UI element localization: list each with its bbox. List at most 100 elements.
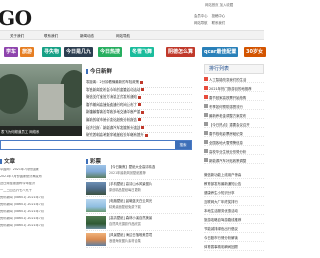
list-item[interactable]: 体育赛事精彩瞬间回顾 — [204, 242, 264, 251]
channel-chip[interactable]: 今日是几九 — [64, 47, 94, 57]
list-item[interactable]: 资讯新闻 (08601) 2021年7月 — [0, 203, 82, 210]
list-item[interactable]: 今日股市行情分析解读 — [204, 233, 264, 242]
list-item[interactable]: 旅游攻略自驾游路线推荐 — [204, 215, 264, 224]
list-item[interactable]: 教育部发布最新通知公告 — [204, 179, 264, 188]
wallpaper-item[interactable]: [风景壁纸] 海边日落唯美意境 浪漫海景图片素材合集 — [86, 231, 192, 248]
search-button[interactable]: 搜索 — [175, 141, 191, 149]
hot-icon — [141, 110, 145, 114]
photo-tree — [0, 74, 28, 114]
list-item[interactable]: 零距离：2分钟看懂最新的车险政策 — [86, 80, 192, 88]
ranking-item[interactable]: 新能源汽车补贴政策调整 — [204, 155, 264, 164]
articles-title: 文章 — [0, 159, 15, 166]
list-item[interactable]: 春节期间高速免费通行时间公布了 — [86, 103, 192, 111]
rank-number-icon — [204, 94, 208, 99]
list-item[interactable]: 最新的城市房价变化趋势分析报告 — [86, 118, 192, 126]
channel-chip[interactable]: 寻失物 — [42, 47, 62, 57]
hot-icon — [137, 118, 141, 122]
list-item[interactable]: 本地生活服务优惠活动 — [204, 206, 264, 215]
channel-chip[interactable]: 30岁女 — [244, 47, 266, 57]
channel-chip[interactable]: 阴德怎么算 — [166, 47, 196, 57]
wallpaper-title[interactable]: 【今日聚焦】壁纸大全高清精选 — [109, 165, 155, 170]
top-links[interactable]: 网站首页 加入收藏 — [205, 3, 233, 7]
list-item[interactable]: 中国网：2021年7月份国家 — [0, 168, 82, 175]
channel-chip[interactable]: qcar最佳配置 — [202, 47, 239, 57]
ranking-item[interactable]: 冬季如何预防感冒流行 — [204, 101, 264, 110]
list-item[interactable]: 资讯新闻 (08601) 2021年7月 — [0, 224, 82, 231]
wallpaper-title[interactable]: [风景壁纸] 海边日落唯美意境 — [109, 233, 152, 238]
list-item[interactable]: 互联网大厂年终奖排行 — [204, 197, 264, 206]
ranking-item[interactable]: 高校毕业生就业形势分析 — [204, 146, 264, 155]
list-item[interactable]: 零售新闻发布会今年的重要启动活动 — [86, 88, 192, 96]
list-item[interactable]: 资讯新闻 (08601) 2021年7月 — [0, 217, 82, 224]
title-marker — [86, 69, 88, 74]
list-item[interactable]: 2021年7月份国家统计局发布 — [0, 175, 82, 182]
rank-number-icon — [204, 112, 208, 117]
nav-item[interactable]: 关于我们 — [10, 34, 24, 38]
wallpaper-desc: 精美桌面壁纸免费下载 — [109, 205, 141, 209]
top-link[interactable]: 会员中心 — [194, 14, 208, 18]
featured-photo[interactable]: 表飞为何频道员工 网络系 — [0, 64, 82, 136]
list-item[interactable]: 近日财经报道称今年经济 — [0, 182, 82, 189]
list-item[interactable]: 健康养生小知识分享 — [204, 188, 264, 197]
channel-chip[interactable]: 冬雪飞舞 — [130, 47, 155, 57]
title-marker — [0, 159, 2, 164]
list-item[interactable]: 新疆暴雪袭击导致多地交通中断严重 — [86, 110, 192, 118]
channel-chip[interactable]: 今日热搜 — [98, 47, 123, 57]
wallpaper-item[interactable]: 【今日聚焦】壁纸大全高清精选 2021年最新风景壁纸推荐 — [86, 163, 192, 180]
ranking-item[interactable]: 全国各地大雪预警信息 — [204, 137, 264, 146]
channel-bar: 学车 旅游 寻失物 今日是几九 今日热搜 冬雪飞舞 阴德怎么算 qcar最佳配置… — [0, 45, 266, 59]
wallpaper-desc: 2021年最新风景壁纸推荐 — [109, 171, 146, 175]
wallpaper-thumbnail[interactable] — [86, 233, 106, 246]
main-nav: 关于我们 联系我们 新闻动态 网站导航 — [0, 30, 264, 40]
rank-number-icon — [204, 139, 208, 144]
wallpaper-item[interactable]: [电脑壁纸] 晨曦蓝天白云风光 精美桌面壁纸免费下载 — [86, 197, 192, 214]
wallpaper-title[interactable]: [电脑壁纸] 晨曦蓝天白云风光 — [109, 199, 152, 204]
wallpaper-thumbnail[interactable] — [86, 165, 106, 178]
list-item[interactable]: 经济日报：新能源汽车发展势头强劲 — [86, 126, 192, 134]
ranking-item[interactable]: 【今日热点】重要会议召开 — [204, 119, 264, 128]
ranking-item[interactable]: 春节回家高铁票开始抢购 — [204, 92, 264, 101]
list-item[interactable]: 资讯新闻 (08601) 2021年7月 — [0, 210, 82, 217]
hot-icon — [140, 80, 144, 84]
wallpaper-desc: 自然风光摄影作品欣赏 — [109, 222, 141, 226]
list-item[interactable]: 节能减排绿色出行倡议 — [204, 224, 264, 233]
nav-item[interactable]: 新闻动态 — [80, 34, 94, 38]
photo-caption[interactable]: 表飞为何频道员工 网络系 — [1, 130, 39, 134]
wallpaper-desc: 浪漫海景图片素材合集 — [109, 239, 141, 243]
site-logo[interactable]: GO — [0, 6, 32, 30]
wallpaper-thumbnail[interactable] — [86, 199, 106, 212]
top-link[interactable]: 网站导航 — [194, 21, 208, 25]
rank-number-icon — [204, 157, 208, 162]
nav-item[interactable]: 网站导航 — [116, 34, 130, 38]
top-link-box: 会员中心 投稿中心 网站导航 联系我们 — [194, 14, 264, 28]
list-item[interactable]: 微信新功能上线用户惊喜 — [204, 170, 264, 179]
rank-number-icon — [204, 76, 208, 81]
ranking-item[interactable]: 人工智能改变我们的生活 — [204, 74, 264, 83]
wallpaper-thumbnail[interactable] — [86, 182, 106, 195]
wallpaper-item[interactable]: [高清壁纸] 森林小溪自然美景 自然风光摄影作品欣赏 — [86, 214, 192, 231]
top-link[interactable]: 联系我们 — [212, 21, 226, 25]
wallpaper-title[interactable]: [高清壁纸] 森林小溪自然美景 — [109, 216, 152, 221]
channel-chip[interactable]: 旅游 — [20, 47, 35, 57]
wallpaper-thumbnail[interactable] — [86, 216, 106, 229]
wallpaper-title[interactable]: [手机壁纸] 高清山水风景图片 — [109, 182, 152, 187]
top-link[interactable]: 投稿中心 — [212, 14, 226, 18]
hot-icon — [137, 95, 141, 99]
ranking-item[interactable]: 2021年热门旅游目的地推荐 — [204, 83, 264, 92]
channel-chip[interactable]: 学车 — [4, 47, 19, 57]
wallpaper-desc: 原创精品壁纸每日更新 — [109, 188, 141, 192]
ranking-title: 排行列表 — [204, 64, 264, 74]
hot-icon — [141, 126, 145, 130]
ranking-panel: 排行列表 人工智能改变我们的生活 2021年热门旅游目的地推荐 春节回家高铁票开… — [204, 64, 264, 164]
nav-item[interactable]: 联系我们 — [44, 34, 58, 38]
list-item[interactable]: 微信支付宝官方消息正式发布通知 — [86, 95, 192, 103]
list-item[interactable]: 一二三四五六七八九十 — [0, 189, 82, 196]
list-item[interactable]: 资讯新闻 (08601) 2021年7月 — [0, 196, 82, 203]
search-bar[interactable]: 搜索 — [0, 140, 192, 150]
today-news-title: 今日新鲜 — [86, 69, 112, 76]
ranking-item[interactable]: 春节档电影票房破纪录 — [204, 128, 264, 137]
ranking-item[interactable]: 最新养老金调整方案发布 — [204, 110, 264, 119]
rank-number-icon — [204, 85, 208, 90]
hot-icon — [137, 103, 141, 107]
wallpaper-item[interactable]: [手机壁纸] 高清山水风景图片 原创精品壁纸每日更新 — [86, 180, 192, 197]
